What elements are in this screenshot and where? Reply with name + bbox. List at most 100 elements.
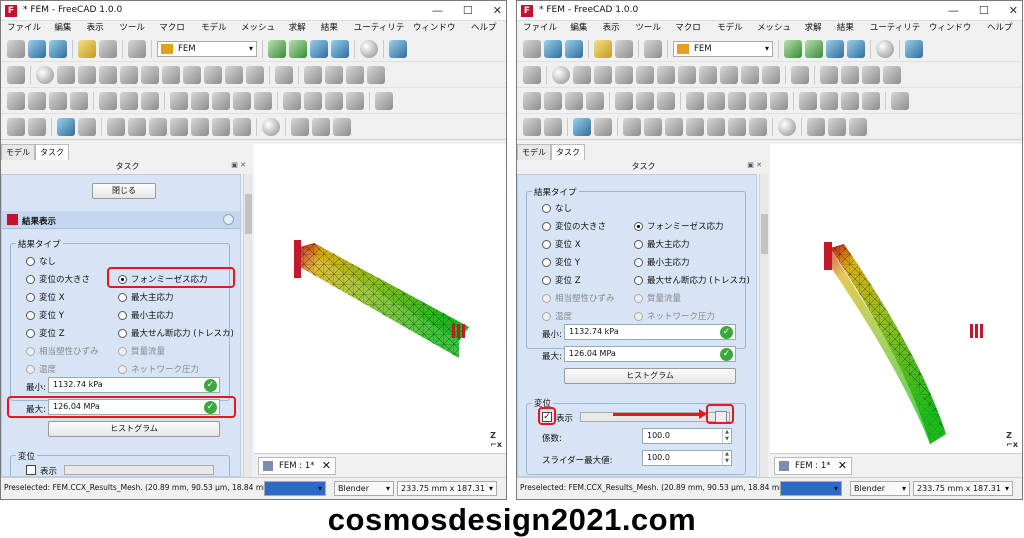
material-icon[interactable] <box>594 65 612 84</box>
max-value-field[interactable]: 126.04 MPa ✓ <box>564 346 736 362</box>
measure-icon[interactable] <box>331 39 349 58</box>
workbench-selector[interactable]: FEM <box>157 40 257 57</box>
cylinder-icon[interactable] <box>849 117 867 136</box>
radio-max-shear[interactable]: 最大せん断応力 (トレスカ) <box>118 327 234 339</box>
document-tab[interactable]: FEM : 1* ✕ <box>774 457 852 475</box>
menu-file[interactable]: ファイル(F) <box>523 21 564 48</box>
constraint-fixed-icon[interactable] <box>573 65 591 84</box>
combined-icon[interactable] <box>291 117 309 136</box>
whats-this-icon[interactable] <box>389 39 407 58</box>
whats-this-icon[interactable] <box>905 39 923 58</box>
clip-icon[interactable] <box>623 117 641 136</box>
radio-max-principal[interactable]: 最大主応力 <box>118 291 174 303</box>
menu-results[interactable]: 結果(R) <box>321 21 348 48</box>
body-heat-icon[interactable] <box>204 65 222 84</box>
redo-icon[interactable] <box>99 39 117 58</box>
warp-icon[interactable] <box>170 117 188 136</box>
radio-max-shear[interactable]: 最大せん断応力 (トレスカ) <box>634 274 750 286</box>
pressure-icon[interactable] <box>346 65 364 84</box>
box-icon[interactable] <box>312 117 330 136</box>
rotation-icon[interactable] <box>183 65 201 84</box>
menu-solve[interactable]: 求解(S) <box>289 21 315 48</box>
mesh-gmsh-icon[interactable] <box>254 91 272 110</box>
radio-none[interactable]: なし <box>542 202 572 214</box>
initial-temperature-icon[interactable] <box>686 91 704 110</box>
maximize-button[interactable]: ☐ <box>979 4 989 17</box>
heat-flux-icon[interactable] <box>246 65 264 84</box>
contact-icon[interactable] <box>565 91 583 110</box>
tab-tasks[interactable]: タスク <box>35 144 69 160</box>
min-value-field[interactable]: 1132.74 kPa ✓ <box>48 377 220 393</box>
temperature-icon[interactable] <box>841 65 859 84</box>
min-value-field[interactable]: 1132.74 kPa ✓ <box>564 324 736 340</box>
dimension-combo[interactable]: 233.75 mm x 187.31 mm <box>913 481 1013 499</box>
menu-utilities[interactable]: ユーティリティ <box>870 21 923 48</box>
close-task-button[interactable]: 閉じる <box>92 183 156 199</box>
close-tab-icon[interactable]: ✕ <box>838 458 847 474</box>
view-cube-icon[interactable] <box>826 39 844 58</box>
solver-icon[interactable] <box>7 117 25 136</box>
tab-model[interactable]: モデル <box>1 144 35 160</box>
menu-view[interactable]: 表示(V) <box>87 21 114 48</box>
dimension-combo[interactable]: 233.75 mm x 187.31 mm <box>397 481 497 499</box>
radio-disp-y[interactable]: 変位 Y <box>542 256 580 268</box>
fit-selection-icon[interactable] <box>289 39 307 58</box>
analysis-icon[interactable] <box>36 65 54 84</box>
3d-view[interactable]: Z ⌐x <box>770 144 1022 453</box>
radio-max-principal[interactable]: 最大主応力 <box>634 238 690 250</box>
open-file-icon[interactable] <box>28 39 46 58</box>
combined-icon[interactable] <box>807 117 825 136</box>
text-annotation-icon[interactable] <box>7 65 25 84</box>
radio-mass-flow[interactable]: 質量流量 <box>634 292 681 304</box>
menu-window[interactable]: ウィンドウ(W) <box>413 21 465 48</box>
gravity-icon[interactable] <box>883 65 901 84</box>
force-icon[interactable] <box>7 91 25 110</box>
spin-arrows-icon[interactable]: ▲ ▼ <box>722 451 731 465</box>
draw-style-icon[interactable] <box>876 39 894 58</box>
beam-section-icon[interactable] <box>636 65 654 84</box>
menu-model[interactable]: モデル(o) <box>201 21 235 48</box>
show-result-icon[interactable] <box>78 117 96 136</box>
constraint-fixed-icon[interactable] <box>57 65 75 84</box>
open-file-icon[interactable] <box>544 39 562 58</box>
fit-all-icon[interactable] <box>784 39 802 58</box>
contact-icon[interactable] <box>49 91 67 110</box>
menu-utilities[interactable]: ユーティリティ <box>354 21 407 48</box>
fit-all-icon[interactable] <box>268 39 286 58</box>
tie-icon[interactable] <box>615 91 633 110</box>
purge-results-icon[interactable] <box>57 117 75 136</box>
radio-network-pressure[interactable]: ネットワーク圧力 <box>118 363 199 375</box>
collapse-icon[interactable] <box>223 214 234 225</box>
data-along-line-icon[interactable] <box>749 117 767 136</box>
panel-scrollbar[interactable] <box>243 174 252 477</box>
panel-float-buttons[interactable]: ▣ ✕ <box>231 161 246 169</box>
force-icon[interactable] <box>523 91 541 110</box>
new-file-icon[interactable] <box>7 39 25 58</box>
glyph-icon[interactable] <box>665 117 683 136</box>
rotation-icon[interactable] <box>699 65 717 84</box>
flow-icon[interactable] <box>820 65 838 84</box>
mesh-clear-icon[interactable] <box>862 91 880 110</box>
radio-von-mises[interactable]: フォンミーゼス応力 <box>634 220 724 232</box>
contours-icon[interactable] <box>212 117 230 136</box>
radio-disp-x[interactable]: 変位 X <box>26 291 65 303</box>
show-displacement-checkbox[interactable] <box>26 465 36 475</box>
radio-peeq[interactable]: 相当塑性ひずみ <box>542 292 615 304</box>
displacement-slider[interactable] <box>64 465 214 475</box>
menu-view[interactable]: 表示(V) <box>603 21 630 48</box>
body-heat-icon[interactable] <box>720 65 738 84</box>
heatflux-icon[interactable] <box>191 91 209 110</box>
mesh-region-icon[interactable] <box>304 91 322 110</box>
gravity-icon[interactable] <box>367 65 385 84</box>
refresh-icon[interactable] <box>128 39 146 58</box>
refresh-icon[interactable] <box>644 39 662 58</box>
clip-icon[interactable] <box>107 117 125 136</box>
menu-mesh[interactable]: メッシュ(e) <box>757 21 799 48</box>
contours-icon[interactable] <box>728 117 746 136</box>
menu-macro[interactable]: マクロ(M) <box>675 21 711 48</box>
temperature-icon[interactable] <box>325 65 343 84</box>
mesh-group-icon[interactable] <box>325 91 343 110</box>
document-tab[interactable]: FEM : 1* ✕ <box>258 457 336 475</box>
menu-file[interactable]: ファイル(F) <box>7 21 48 48</box>
selfweight-icon[interactable] <box>741 65 759 84</box>
